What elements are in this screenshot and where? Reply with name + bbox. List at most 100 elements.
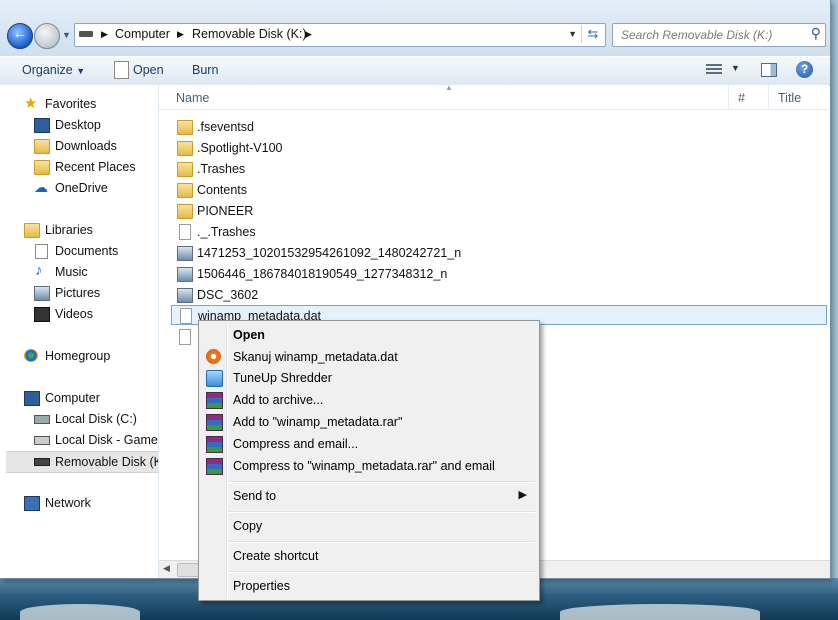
menu-label: Skanuj winamp_metadata.dat — [233, 350, 398, 364]
column-number[interactable]: # — [738, 91, 745, 105]
file-row[interactable]: .fseventsd — [171, 117, 827, 137]
file-row[interactable]: Contents — [171, 180, 827, 200]
shredder-icon — [206, 370, 223, 387]
nav-label: Pictures — [55, 286, 101, 300]
nav-label: Favorites — [45, 97, 97, 111]
nav-label: Desktop — [55, 118, 101, 132]
star-icon: ★ — [24, 95, 38, 112]
winrar-icon — [206, 436, 223, 453]
submenu-arrow-icon: ▶ — [518, 489, 527, 501]
file-row[interactable]: DSC_3602 — [171, 285, 827, 305]
film-strip-icon — [34, 307, 50, 322]
column-divider[interactable] — [768, 85, 769, 109]
menu-item-open[interactable]: Open — [201, 324, 537, 346]
column-title[interactable]: Title — [778, 91, 801, 105]
address-dropdown-icon[interactable]: ▼ — [568, 29, 577, 39]
nav-local-disk-games[interactable]: Local Disk - Games, — [0, 430, 158, 450]
breadcrumb-chevron-icon[interactable]: ▶ — [101, 29, 108, 40]
sort-ascending-icon: ▲ — [445, 83, 453, 92]
nav-local-disk-c[interactable]: Local Disk (C:) — [0, 409, 158, 429]
search-input[interactable] — [619, 26, 803, 44]
file-icon — [180, 308, 192, 324]
menu-item-add-to-archive[interactable]: Add to archive... — [201, 389, 537, 411]
nav-removable-disk[interactable]: Removable Disk (K: — [6, 451, 158, 473]
desktop-edge — [830, 0, 838, 578]
menu-item-scan[interactable]: Skanuj winamp_metadata.dat — [201, 346, 537, 368]
scroll-left-icon[interactable]: ◀ — [163, 563, 170, 574]
nav-recent-places[interactable]: Recent Places — [0, 157, 158, 177]
hard-drive-icon — [34, 415, 50, 424]
nav-videos[interactable]: Videos — [0, 304, 158, 324]
file-icon — [179, 224, 191, 240]
file-name: .fseventsd — [197, 120, 254, 134]
nav-computer[interactable]: Computer — [0, 388, 158, 408]
menu-label: TuneUp Shredder — [233, 371, 332, 385]
column-divider[interactable] — [728, 85, 729, 109]
breadcrumb-computer[interactable]: Computer — [115, 27, 170, 41]
folder-icon — [177, 141, 193, 156]
recent-pages-dropdown[interactable]: ▼ — [62, 30, 71, 40]
nav-network[interactable]: Network — [0, 493, 158, 513]
search-icon[interactable]: ⚲ — [811, 25, 821, 42]
column-name[interactable]: Name — [176, 91, 209, 105]
breadcrumb-removable-disk[interactable]: Removable Disk (K:) — [192, 27, 307, 41]
network-icon — [24, 496, 40, 511]
file-row[interactable]: .Trashes — [171, 159, 827, 179]
documents-icon — [35, 244, 48, 259]
menu-item-properties[interactable]: Properties — [201, 575, 537, 597]
file-row[interactable]: .Spotlight-V100 — [171, 138, 827, 158]
menu-item-create-shortcut[interactable]: Create shortcut — [201, 545, 537, 567]
refresh-icon[interactable]: ⇆ — [581, 25, 604, 43]
burn-button[interactable]: Burn — [192, 63, 218, 77]
breadcrumb-chevron-icon[interactable]: ▶ — [177, 29, 184, 40]
menu-label: Compress to "winamp_metadata.rar" and em… — [233, 459, 495, 473]
file-row[interactable]: 1471253_10201532954261092_1480242721_n — [171, 243, 827, 263]
nav-downloads[interactable]: Downloads — [0, 136, 158, 156]
change-view-icon[interactable] — [706, 64, 722, 76]
image-file-icon — [177, 267, 193, 282]
organize-button[interactable]: Organize ▼ — [22, 63, 85, 77]
address-bar[interactable]: ▶ Computer ▶ Removable Disk (K:) ▶ ▼ ⇆ — [74, 23, 606, 47]
nav-documents[interactable]: Documents — [0, 241, 158, 261]
menu-item-copy[interactable]: Copy — [201, 515, 537, 537]
back-arrow-icon: ← — [12, 25, 28, 42]
nav-pictures[interactable]: Pictures — [0, 283, 158, 303]
search-box[interactable]: ⚲ — [612, 23, 826, 47]
menu-item-compress-email[interactable]: Compress and email... — [201, 433, 537, 455]
nav-label: Documents — [55, 244, 119, 258]
chevron-down-icon: ▼ — [76, 66, 86, 76]
hard-drive-icon — [34, 436, 50, 445]
file-name: ._.Trashes — [197, 225, 256, 239]
nav-label: Videos — [55, 307, 93, 321]
organize-label: Organize — [22, 63, 73, 77]
menu-item-tuneup-shredder[interactable]: TuneUp Shredder — [201, 367, 537, 389]
drive-icon — [79, 31, 93, 37]
music-note-icon: ♪ — [35, 262, 43, 279]
nav-label: Local Disk - Games, — [55, 433, 158, 447]
file-row[interactable]: ._.Trashes — [171, 222, 827, 242]
cloud-icon: ☁ — [34, 179, 48, 195]
menu-item-send-to[interactable]: Send to ▶ — [201, 485, 537, 507]
nav-libraries[interactable]: Libraries — [0, 220, 158, 240]
nav-onedrive[interactable]: ☁ OneDrive — [0, 178, 158, 198]
nav-desktop[interactable]: Desktop — [0, 115, 158, 135]
preview-pane-icon[interactable] — [761, 63, 777, 77]
nav-music[interactable]: ♪ Music — [0, 262, 158, 282]
menu-item-add-to-rar[interactable]: Add to "winamp_metadata.rar" — [201, 411, 537, 433]
command-bar: Organize ▼ Open Burn ▼ ? — [0, 56, 830, 86]
back-button[interactable]: ← — [7, 23, 33, 49]
help-icon[interactable]: ? — [796, 61, 813, 78]
menu-label: Add to archive... — [233, 393, 324, 407]
nav-favorites[interactable]: ★ Favorites — [0, 94, 158, 114]
forward-button[interactable]: → — [34, 23, 60, 49]
open-button[interactable]: Open — [133, 63, 164, 77]
nav-label: Network — [45, 496, 91, 510]
file-row[interactable]: PIONEER — [171, 201, 827, 221]
menu-item-compress-rar-email[interactable]: Compress to "winamp_metadata.rar" and em… — [201, 455, 537, 477]
view-options-dropdown[interactable]: ▼ — [731, 63, 740, 73]
nav-homegroup[interactable]: Homegroup — [0, 346, 158, 366]
breadcrumb-chevron-icon[interactable]: ▶ — [305, 29, 312, 40]
menu-label: Add to "winamp_metadata.rar" — [233, 415, 403, 429]
file-row[interactable]: 1506446_186784018190549_1277348312_n — [171, 264, 827, 284]
pictures-icon — [34, 286, 50, 301]
